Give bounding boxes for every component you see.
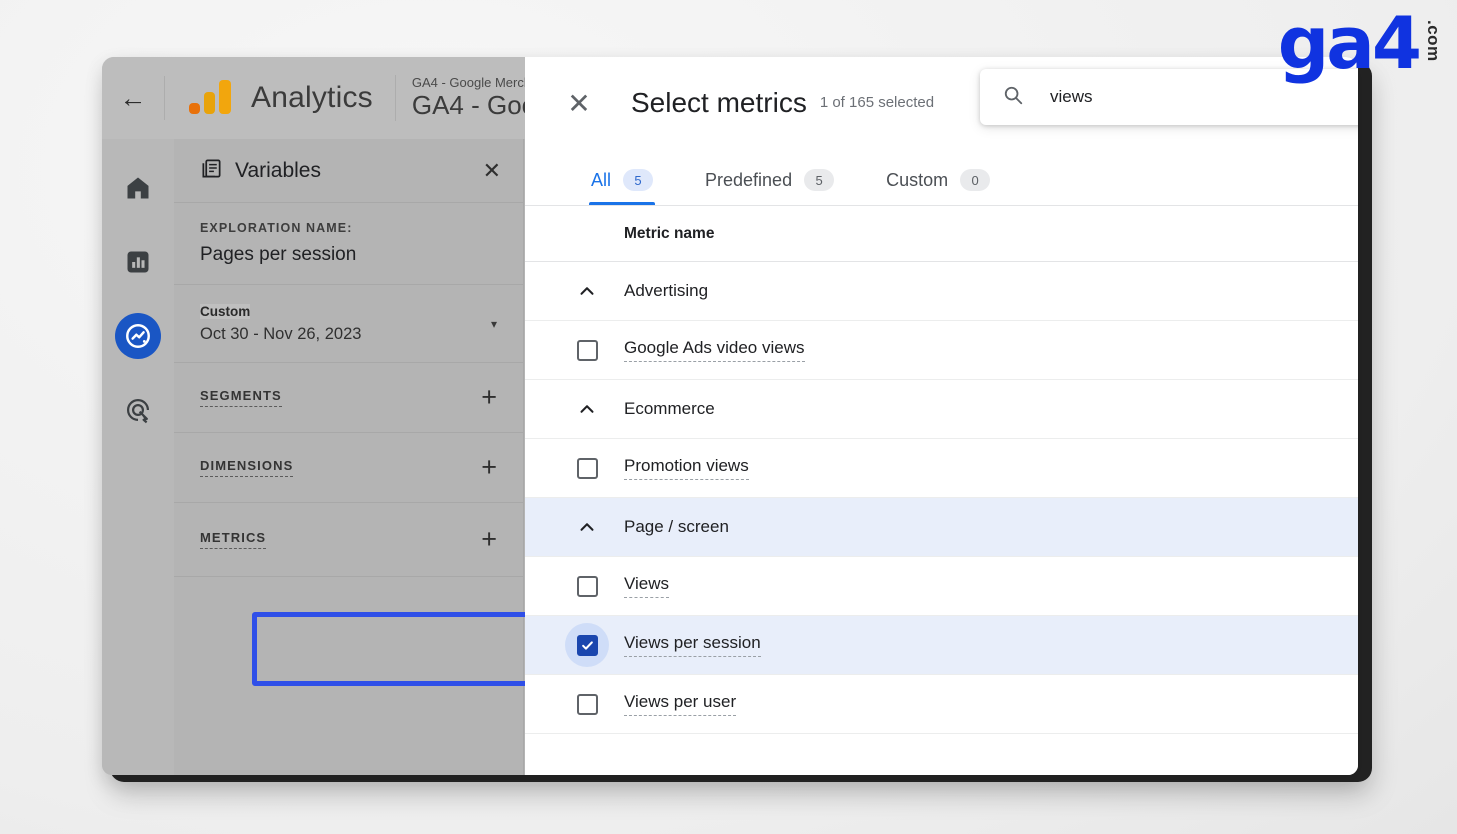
variables-icon xyxy=(200,157,223,185)
metrics-label: METRICS xyxy=(200,530,267,549)
search-input[interactable]: views xyxy=(1050,87,1093,107)
metric-label: Views per session xyxy=(624,633,761,657)
variables-row-metrics[interactable]: METRICS + xyxy=(174,503,523,577)
analytics-logo-icon xyxy=(189,80,231,114)
advertising-icon[interactable] xyxy=(115,387,161,433)
metric-label: Promotion views xyxy=(624,456,749,480)
watermark-brand: ga4 xyxy=(1277,1,1422,85)
tab-custom[interactable]: Custom 0 xyxy=(860,169,1016,205)
metric-checkbox[interactable] xyxy=(565,328,609,372)
home-icon[interactable] xyxy=(115,165,161,211)
metric-group-row[interactable]: Advertising xyxy=(525,262,1358,321)
metric-checkbox[interactable] xyxy=(565,446,609,490)
tab-predefined-badge: 5 xyxy=(804,169,835,191)
add-segment-button[interactable]: + xyxy=(481,384,497,411)
variables-panel: Variables ✕ EXPLORATION NAME: Pages per … xyxy=(174,139,590,775)
watermark-tld: .com xyxy=(1424,20,1443,62)
tab-all[interactable]: All 5 xyxy=(565,169,679,205)
search-icon xyxy=(1002,84,1024,111)
metric-label: Views per user xyxy=(624,692,737,716)
analytics-brand-label: Analytics xyxy=(251,81,373,114)
add-dimension-button[interactable]: + xyxy=(481,454,497,481)
metric-group-row[interactable]: Ecommerce xyxy=(525,380,1358,439)
variables-row-segments[interactable]: SEGMENTS + xyxy=(174,363,523,433)
segments-label: SEGMENTS xyxy=(200,388,282,407)
metric-group-label: Ecommerce xyxy=(624,399,715,418)
tab-all-badge: 5 xyxy=(623,169,654,191)
metric-row[interactable]: Google Ads video views xyxy=(525,321,1358,380)
metric-checkbox[interactable] xyxy=(565,623,609,667)
metric-group-label: Page / screen xyxy=(624,517,729,536)
selected-count-label: 1 of 165 selected xyxy=(819,93,935,111)
metric-label: Views xyxy=(624,574,670,598)
metric-group-label: Advertising xyxy=(624,281,709,300)
property-divider xyxy=(394,75,396,121)
date-range-value: Oct 30 - Nov 26, 2023 xyxy=(200,325,362,343)
metric-group-row[interactable]: Page / screen xyxy=(525,498,1358,557)
metric-label: Google Ads video views xyxy=(624,338,805,362)
variables-title: Variables xyxy=(235,158,321,182)
tab-custom-label: Custom xyxy=(886,169,949,190)
chevron-up-icon[interactable] xyxy=(565,516,609,538)
tab-predefined[interactable]: Predefined 5 xyxy=(679,169,860,205)
chevron-up-icon[interactable] xyxy=(565,280,609,302)
metric-checkbox[interactable] xyxy=(565,564,609,608)
metric-row[interactable]: Promotion views xyxy=(525,439,1358,498)
add-metric-button[interactable]: + xyxy=(481,526,497,553)
left-nav-rail xyxy=(102,139,174,775)
dialog-title: Select metrics xyxy=(631,87,807,118)
date-range-kind: Custom xyxy=(200,304,251,319)
date-range-selector[interactable]: Custom Oct 30 - Nov 26, 2023 ▾ xyxy=(174,285,523,363)
back-arrow-icon[interactable]: ← xyxy=(102,84,164,112)
variables-header: Variables ✕ xyxy=(174,139,523,203)
dimensions-label: DIMENSIONS xyxy=(200,458,294,477)
ga4-com-watermark: ga4 .com xyxy=(1277,1,1443,85)
close-icon[interactable]: ✕ xyxy=(557,87,601,120)
variables-row-dimensions[interactable]: DIMENSIONS + xyxy=(174,433,523,503)
explore-icon[interactable] xyxy=(115,313,161,359)
close-icon[interactable]: ✕ xyxy=(483,158,501,184)
topbar-divider xyxy=(164,76,165,120)
chevron-down-icon[interactable]: ▾ xyxy=(491,317,497,331)
dialog-header: ✕ Select metrics 1 of 165 selected views xyxy=(525,57,1358,149)
app-window: ← Analytics GA4 - Google Merch S GA4 - G… xyxy=(102,57,1358,775)
tab-all-label: All xyxy=(591,169,612,190)
metric-row[interactable]: Views xyxy=(525,557,1358,616)
metric-checkbox[interactable] xyxy=(565,682,609,726)
exploration-name-section[interactable]: EXPLORATION NAME: Pages per session xyxy=(174,203,523,285)
exploration-name-label: EXPLORATION NAME: xyxy=(200,221,353,235)
metric-row[interactable]: Views per user xyxy=(525,675,1358,734)
tab-custom-badge: 0 xyxy=(960,169,991,191)
select-metrics-dialog: ✕ Select metrics 1 of 165 selected views… xyxy=(525,57,1358,775)
metric-row[interactable]: Views per session xyxy=(525,616,1358,675)
column-header-metric-name: Metric name xyxy=(525,206,1358,262)
metrics-list: Advertising Google Ads video views Ecomm… xyxy=(525,262,1358,734)
chevron-up-icon[interactable] xyxy=(565,398,609,420)
dialog-tabs: All 5 Predefined 5 Custom 0 xyxy=(525,149,1358,205)
tab-predefined-label: Predefined xyxy=(705,169,793,190)
reports-icon[interactable] xyxy=(115,239,161,285)
exploration-name-value: Pages per session xyxy=(200,244,357,265)
